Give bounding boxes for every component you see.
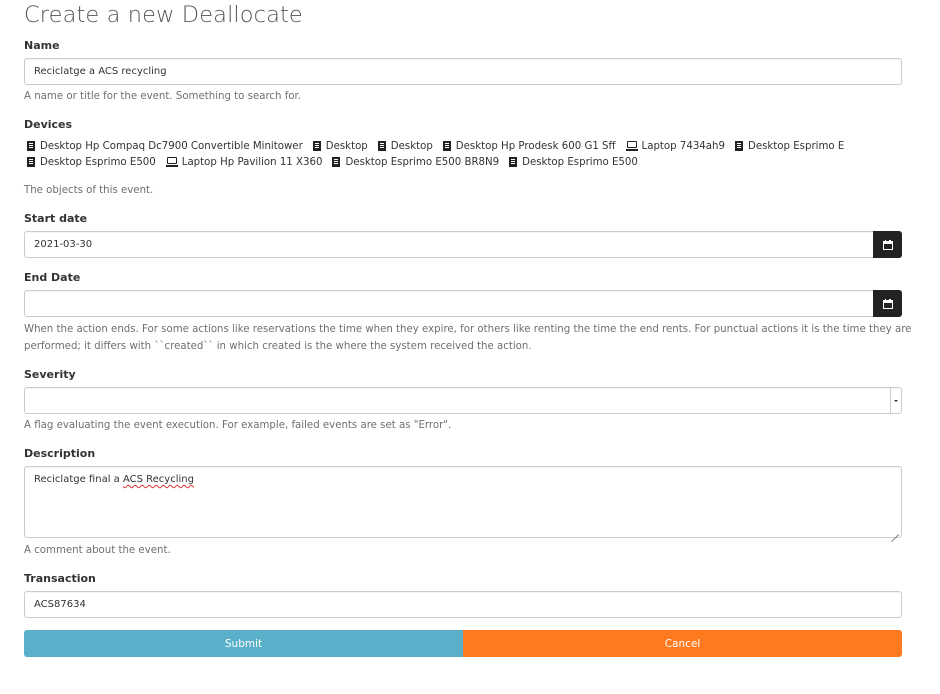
device-item[interactable]: Laptop 7434ah9 [625,140,725,152]
name-input-value: Reciclatge a ACS recycling [34,66,167,77]
devices-row-1: Desktop Hp Compaq Dc7900 Convertible Min… [24,138,902,154]
transaction-input[interactable]: ACS87634 [24,591,902,618]
device-label: Desktop [325,140,368,152]
transaction-value: ACS87634 [34,599,86,610]
laptop-icon [625,141,638,151]
device-item[interactable]: Desktop [377,140,433,152]
devices-list: Desktop Hp Compaq Dc7900 Convertible Min… [24,138,902,170]
device-item[interactable]: Desktop Esprimo E500 [27,157,156,168]
desktop-icon [27,157,35,167]
device-item[interactable]: Laptop Hp Pavilion 11 X360 [165,156,323,168]
device-item[interactable]: Desktop Esprimo E500 BR8N9 [332,157,499,168]
device-label: Desktop Esprimo E [747,140,845,152]
device-label: Desktop Esprimo E500 [522,156,638,168]
name-help: A name or title for the event. Something… [24,91,302,102]
severity-help: A flag evaluating the event execution. F… [24,420,452,431]
severity-select[interactable] [24,387,902,414]
devices-row-2: Desktop Esprimo E500 Laptop Hp Pavilion … [24,154,902,170]
end-date-calendar-button[interactable] [873,290,902,317]
device-item[interactable]: Desktop [312,140,368,152]
device-label: Desktop [390,140,433,152]
start-date-label: Start date [24,212,88,225]
device-item[interactable]: Desktop Hp Prodesk 600 G1 Sff [442,140,616,152]
desktop-icon [442,141,451,151]
start-date-calendar-button[interactable] [873,231,902,258]
end-date-label: End Date [24,271,81,284]
description-label: Description [24,447,96,460]
desktop-icon [27,141,35,151]
end-date-help-line-1: When the action ends. For some actions l… [24,324,912,335]
submit-button[interactable]: Submit [24,630,463,657]
start-date-value: 2021-03-30 [34,239,93,250]
devices-label: Devices [24,118,73,131]
end-date-help-line-2: performed; it differs with ``created`` i… [24,341,532,352]
device-item[interactable]: Desktop Hp Compaq Dc7900 Convertible Min… [27,141,303,152]
transaction-label: Transaction [24,572,96,585]
chevron-down-icon [890,388,901,413]
page-title: Create a new Deallocate [24,2,303,28]
name-input[interactable]: Reciclatge a ACS recycling [24,58,902,85]
device-label: Desktop Esprimo E500 [40,156,156,168]
device-label: Laptop 7434ah9 [641,140,725,152]
calendar-icon [882,239,893,250]
description-textarea[interactable]: Reciclatge final a ACS Recycling [24,466,902,538]
desktop-icon [509,157,518,167]
cancel-button[interactable]: Cancel [463,630,902,657]
description-value: Reciclatge final a ACS Recycling [34,474,194,485]
description-value-spellcheck: ACS Recycling [122,474,194,485]
calendar-icon [882,298,893,309]
device-label: Desktop Hp Prodesk 600 G1 Sff [455,140,616,152]
start-date-input[interactable]: 2021-03-30 [24,231,874,258]
desktop-icon [312,141,321,151]
laptop-icon [165,157,178,167]
desktop-icon [377,141,386,151]
device-label: Desktop Esprimo E500 BR8N9 [345,156,500,168]
name-label: Name [24,39,60,52]
device-item[interactable]: Desktop Esprimo E500 [509,157,638,168]
devices-help: The objects of this event. [24,185,154,196]
device-label: Desktop Hp Compaq Dc7900 Convertible Min… [40,140,303,152]
device-label: Laptop Hp Pavilion 11 X360 [181,156,323,168]
description-value-text: Reciclatge final a [34,474,123,485]
desktop-icon [332,157,341,167]
device-item[interactable]: Desktop Esprimo E [734,140,845,152]
severity-label: Severity [24,368,76,381]
end-date-input[interactable] [24,290,874,317]
description-help: A comment about the event. [24,545,171,556]
desktop-icon [734,141,743,151]
resize-handle-icon[interactable] [891,527,899,535]
